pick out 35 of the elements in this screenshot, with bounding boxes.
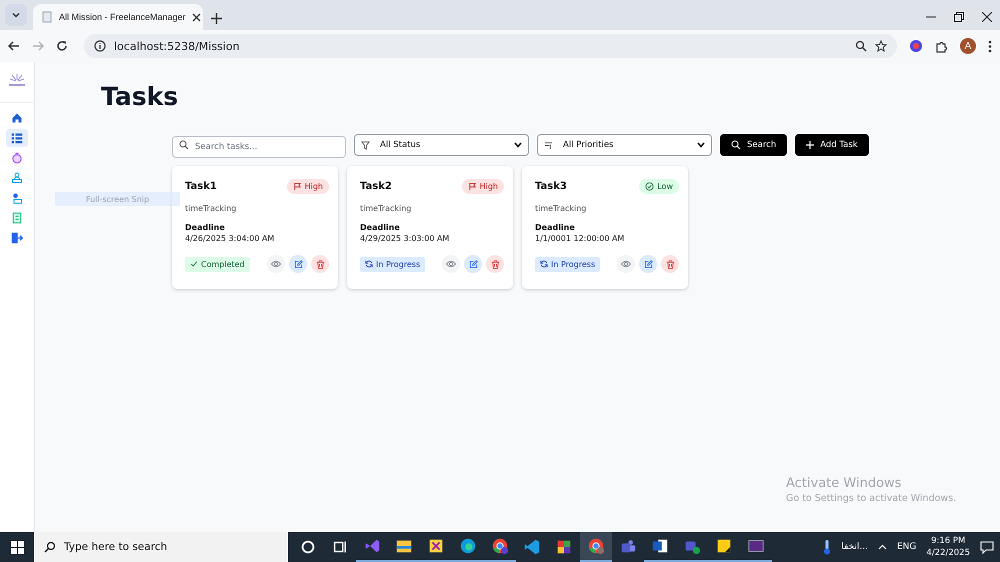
- clock-time[interactable]: 9:16 PM: [931, 535, 966, 547]
- activation-title: Activate Windows: [786, 476, 902, 491]
- deadline-label: Deadline: [185, 223, 226, 232]
- weather-text[interactable]: انخفا...: [841, 542, 868, 552]
- snip-tooltip: Full-screen Snip: [55, 192, 180, 206]
- status-filter-select[interactable]: All Status: [354, 134, 529, 156]
- task-category: timeTracking: [360, 204, 412, 213]
- task-title: Task1: [185, 181, 217, 192]
- task-category: timeTracking: [185, 204, 238, 213]
- language-indicator[interactable]: ENG: [897, 542, 916, 552]
- deadline-value: 1/1/0001 12:00:00 AM: [535, 234, 626, 243]
- status-badge: In Progress: [535, 256, 600, 272]
- priority-badge: High: [462, 179, 504, 194]
- status-badge: In Progress: [360, 256, 426, 272]
- taskbar-search-field[interactable]: Type here to search: [34, 532, 288, 562]
- address-bar[interactable]: localhost:5238/Mission: [84, 34, 897, 58]
- task-title: Task2: [360, 181, 392, 192]
- clock-date[interactable]: 4/22/2025: [926, 547, 970, 559]
- priority-filter-select[interactable]: All Priorities: [537, 134, 712, 156]
- status-badge: Completed: [185, 256, 250, 272]
- priority-badge: Low: [639, 179, 679, 194]
- page-title: Tasks: [101, 82, 180, 112]
- deadline-value: 4/26/2025 3:04:00 AM: [185, 234, 276, 243]
- add-task-button[interactable]: Add Task: [795, 134, 869, 156]
- deadline-label: Deadline: [535, 223, 576, 232]
- search-field[interactable]: Search tasks...: [172, 136, 346, 158]
- activation-subtitle: Go to Settings to activate Windows.: [786, 493, 956, 504]
- priority-badge: High: [286, 179, 329, 194]
- deadline-label: Deadline: [360, 223, 401, 232]
- task-title: Task3: [535, 181, 567, 192]
- search-button[interactable]: Search: [720, 134, 788, 156]
- profile-avatar[interactable]: A: [960, 38, 976, 54]
- deadline-value: 4/29/2025 3:03:00 AM: [360, 234, 450, 243]
- task-category: timeTracking: [535, 204, 588, 213]
- browser-tab[interactable]: All Mission - FreelanceManager: [33, 4, 203, 30]
